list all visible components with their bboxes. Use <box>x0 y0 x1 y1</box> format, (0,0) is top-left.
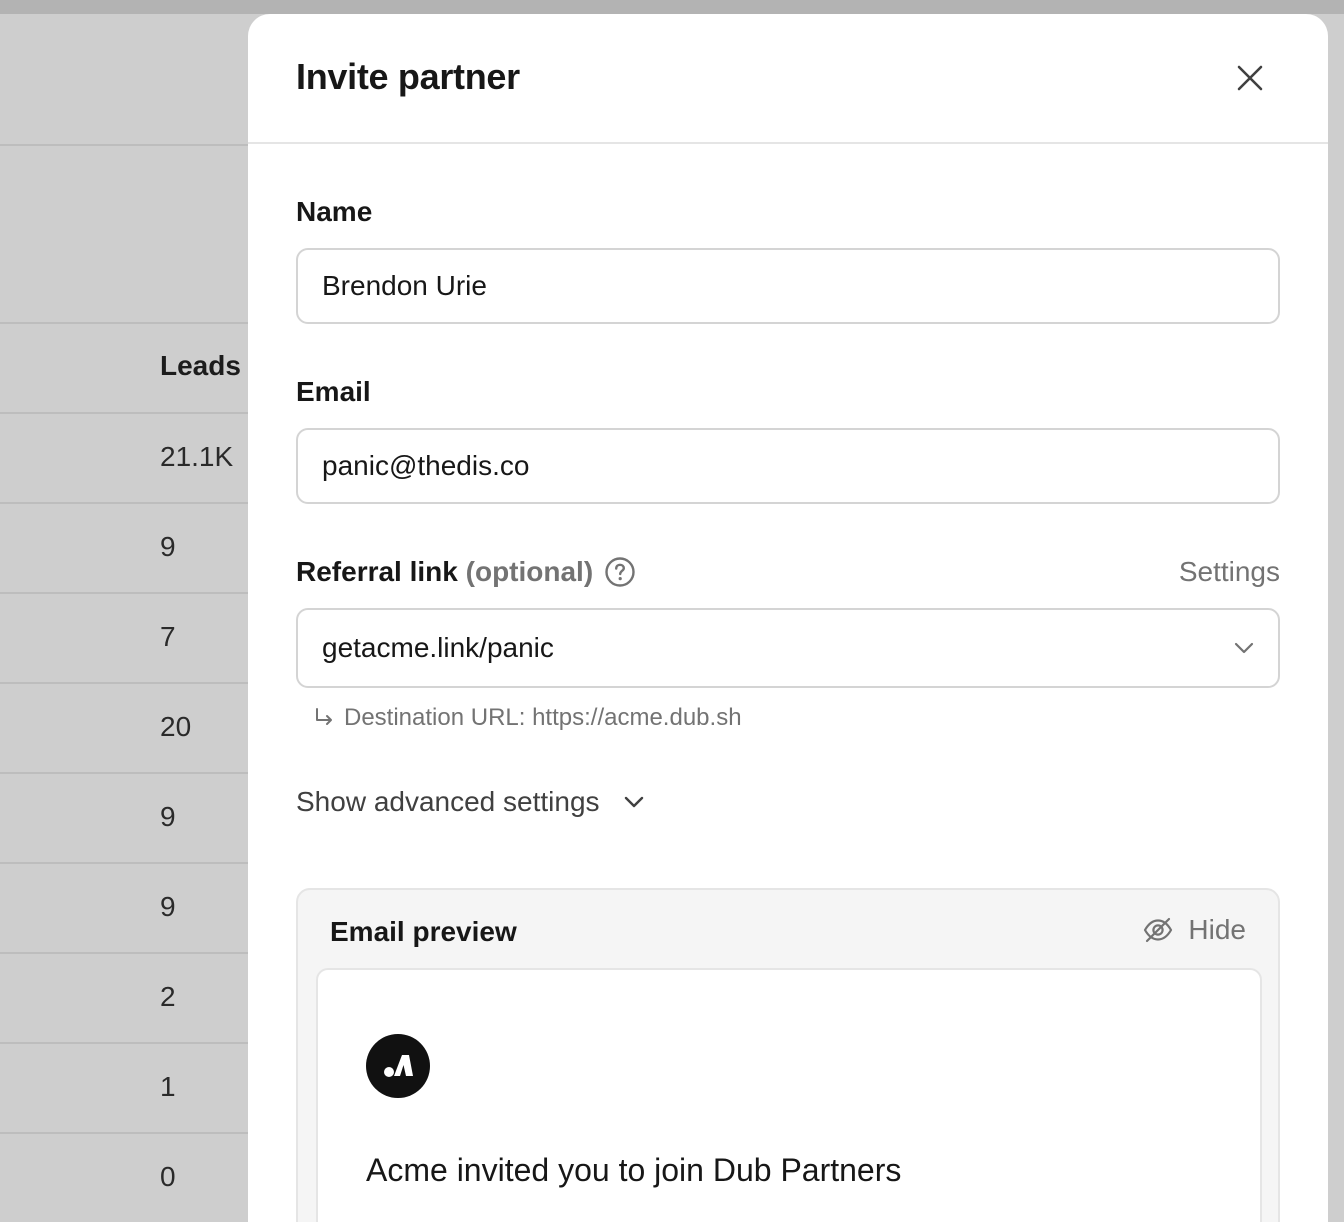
table-cell: 1 <box>160 1071 176 1102</box>
acme-logo-icon <box>384 1055 413 1077</box>
table-cell: 9 <box>160 531 176 562</box>
table-cell: 9 <box>160 801 176 832</box>
name-input-value: Brendon Urie <box>322 270 487 301</box>
panel-title: Invite partner <box>296 56 520 97</box>
table-cell: 2 <box>160 981 176 1012</box>
panel-header: Invite partner <box>248 14 1328 144</box>
chevron-down-icon <box>1234 642 1254 654</box>
table-divider <box>0 1132 248 1134</box>
referral-link-value: getacme.link/panic <box>322 632 554 663</box>
referral-settings-link[interactable]: Settings <box>1179 556 1280 588</box>
chevron-down-icon <box>624 796 643 808</box>
optional-tag: (optional) <box>465 556 594 587</box>
hide-preview-button[interactable]: Hide <box>1142 914 1246 946</box>
table-divider <box>0 1042 248 1044</box>
question-circle-icon[interactable] <box>604 556 636 588</box>
referral-link-label: Referral link (optional) <box>296 556 593 588</box>
hide-label: Hide <box>1188 914 1246 945</box>
table-divider <box>0 412 248 414</box>
referral-link-select[interactable]: getacme.link/panic <box>296 608 1280 688</box>
table-cell: 7 <box>160 621 176 652</box>
table-divider <box>0 952 248 954</box>
table-divider <box>0 322 248 324</box>
table-cell: 21.1K <box>160 441 234 472</box>
advanced-settings-label: Show advanced settings <box>296 786 600 817</box>
background-table <box>0 14 248 1222</box>
invite-heading: Acme invited you to join Dub Partners <box>366 1152 902 1188</box>
email-input-value: panic@thedis.co <box>322 450 530 481</box>
table-cell: 9 <box>160 891 176 922</box>
table-divider <box>0 592 248 594</box>
eye-off-icon <box>1144 917 1173 943</box>
email-input[interactable]: panic@thedis.co <box>296 428 1280 504</box>
acme-logo <box>366 1034 430 1098</box>
corner-arrow-icon <box>316 708 332 725</box>
table-divider <box>0 502 248 504</box>
email-preview-title: Email preview <box>330 916 517 947</box>
table-divider <box>0 682 248 684</box>
show-advanced-settings-toggle[interactable]: Show advanced settings <box>296 786 646 818</box>
destination-url-row: Destination URL: https://acme.dub.sh <box>312 704 742 732</box>
table-cell: 0 <box>160 1161 176 1192</box>
email-label: Email <box>296 376 371 407</box>
referral-link-label-text: Referral link <box>296 556 458 587</box>
close-icon <box>1237 65 1263 91</box>
invite-partner-panel: Invite partner Name Brendon Urie Email p… <box>248 14 1328 1222</box>
email-preview-card: Acme invited you to join Dub Partners <box>316 968 1262 1222</box>
leads-column-header: Leads <box>160 350 241 381</box>
table-divider <box>0 772 248 774</box>
email-preview-section: Email preview Hide Acme invited you to j… <box>296 888 1280 1222</box>
table-cell: 20 <box>160 711 192 742</box>
destination-url-text: Destination URL: https://acme.dub.sh <box>344 704 742 731</box>
close-button[interactable] <box>1224 56 1276 100</box>
name-input[interactable]: Brendon Urie <box>296 248 1280 324</box>
table-divider <box>0 144 248 146</box>
background-top-bar <box>0 0 1344 14</box>
table-divider <box>0 862 248 864</box>
name-label: Name <box>296 196 373 227</box>
